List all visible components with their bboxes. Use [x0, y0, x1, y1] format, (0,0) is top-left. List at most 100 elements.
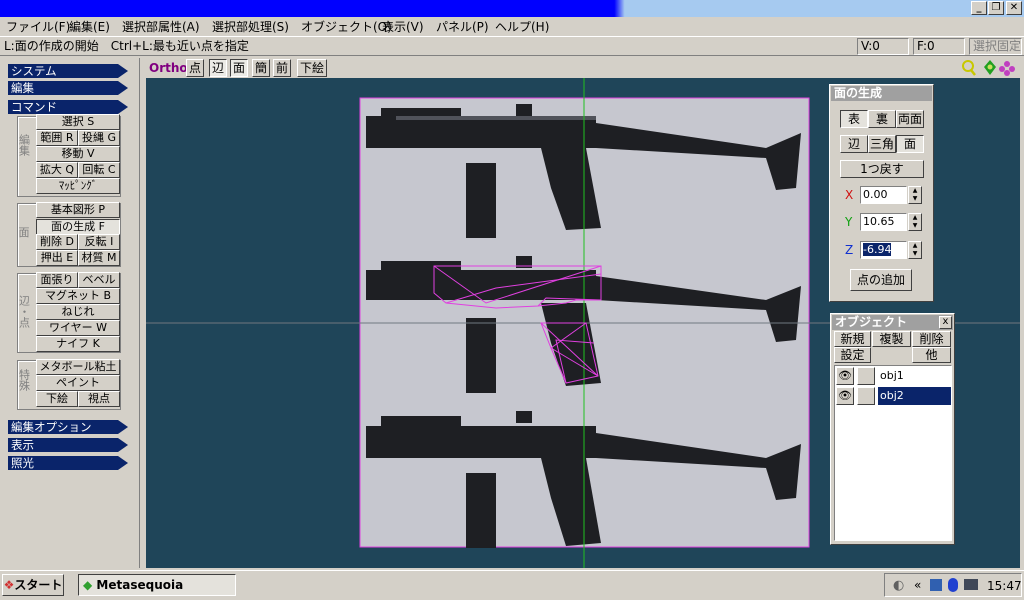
- viewpoint-button[interactable]: 視点: [78, 391, 120, 407]
- vertex-count: V:0: [857, 38, 909, 55]
- menu-view[interactable]: 表示(V): [379, 19, 427, 35]
- face-panel-title: 面の生成: [831, 86, 932, 101]
- visibility-eye-icon[interactable]: 👁: [836, 387, 854, 405]
- object-name-selected: obj2: [878, 387, 951, 405]
- tray-bluetooth-icon[interactable]: [948, 578, 958, 592]
- menu-selection-process[interactable]: 選択部処理(S): [209, 19, 292, 35]
- taskbar-app-label: Metasequoia: [96, 578, 184, 592]
- category-edit-option[interactable]: 編集オプション: [8, 420, 128, 434]
- metaball-button[interactable]: メタボール粘土: [36, 359, 120, 375]
- category-edit[interactable]: 編集: [8, 81, 128, 95]
- vertex-mode-button[interactable]: 点: [186, 59, 204, 77]
- menu-help[interactable]: ヘルプ(H): [492, 19, 552, 35]
- tray-clock: 15:47: [987, 579, 1022, 593]
- twist-button[interactable]: ねじれ: [36, 304, 120, 320]
- y-coord-input[interactable]: 10.65: [860, 213, 907, 231]
- taskbar-app-metasequoia[interactable]: ◆ Metasequoia: [78, 574, 236, 596]
- category-system[interactable]: システム: [8, 64, 128, 78]
- tray-chevron-icon[interactable]: «: [914, 578, 921, 592]
- category-display[interactable]: 表示: [8, 438, 128, 452]
- zoom-icon[interactable]: [962, 60, 976, 76]
- create-face-button[interactable]: 面の生成 F: [36, 219, 120, 235]
- category-command[interactable]: コマンド: [8, 100, 128, 114]
- tray-speaker-icon[interactable]: ◐: [893, 578, 904, 593]
- magnet-button[interactable]: マグネット B: [36, 288, 120, 304]
- start-label: スタート: [14, 578, 63, 592]
- object-panel-close-button[interactable]: x: [939, 316, 952, 329]
- copy-object-button[interactable]: 複製: [872, 331, 911, 347]
- add-point-button[interactable]: 点の追加: [850, 269, 912, 291]
- ortho-toggle[interactable]: Ortho: [149, 60, 188, 76]
- face-group-label: 面: [18, 226, 30, 239]
- special-group-label: 特殊: [17, 369, 31, 391]
- front-view-button[interactable]: 前: [273, 59, 291, 77]
- start-button[interactable]: ❖スタート: [2, 574, 64, 596]
- range-button[interactable]: 範囲 R: [36, 130, 78, 146]
- edge-type-button[interactable]: 辺: [840, 135, 868, 153]
- pan-icon[interactable]: [984, 60, 996, 75]
- stretch-button[interactable]: 面張り: [36, 272, 78, 288]
- delete-button[interactable]: 削除 D: [36, 234, 78, 250]
- menu-selection-attr[interactable]: 選択部属性(A): [119, 19, 203, 35]
- edge-mode-button[interactable]: 辺: [209, 59, 227, 77]
- z-coord-input[interactable]: -6.94: [860, 241, 907, 259]
- view-nav-icons: [962, 60, 1015, 76]
- flip-button[interactable]: 反転 I: [78, 234, 120, 250]
- object-panel-title: オブジェクト: [832, 315, 953, 330]
- y-coord-spinner[interactable]: ▲ ▼: [908, 213, 922, 231]
- x-coord-input[interactable]: 0.00: [860, 186, 907, 204]
- face-type-button[interactable]: 面: [896, 135, 924, 153]
- lock-toggle[interactable]: [857, 367, 875, 385]
- status-hint: L:面の作成の開始 Ctrl+L:最も近い点を指定: [4, 39, 249, 53]
- simple-mode-button[interactable]: 簡: [252, 59, 270, 77]
- material-button[interactable]: 材質 M: [78, 250, 120, 266]
- basic-shape-button[interactable]: 基本図形 P: [36, 202, 120, 218]
- undo-point-button[interactable]: 1つ戻す: [840, 160, 924, 178]
- select-button[interactable]: 選択 S: [36, 114, 120, 130]
- scale-button[interactable]: 拡大 Q: [36, 162, 78, 178]
- lock-toggle[interactable]: [857, 387, 875, 405]
- triangle-type-button[interactable]: 三角: [868, 135, 896, 153]
- face-mode-button[interactable]: 面: [230, 59, 248, 77]
- z-coord-label: Z: [845, 243, 854, 257]
- underlay-toggle-button[interactable]: 下絵: [297, 59, 327, 77]
- lasso-button[interactable]: 投縄 G: [78, 130, 120, 146]
- rotate-button[interactable]: 回転 C: [78, 162, 120, 178]
- menu-panel[interactable]: パネル(P): [433, 19, 492, 35]
- knife-button[interactable]: ナイフ K: [36, 336, 120, 352]
- visibility-eye-icon[interactable]: 👁: [836, 367, 854, 385]
- restore-button[interactable]: ❐: [988, 1, 1004, 15]
- z-coord-spinner[interactable]: ▲ ▼: [908, 241, 922, 259]
- tray-display-icon[interactable]: [964, 579, 978, 590]
- object-name: obj1: [880, 369, 904, 382]
- metasequoia-icon: ◆: [83, 578, 93, 592]
- move-button[interactable]: 移動 V: [36, 146, 120, 162]
- object-settings-button[interactable]: 設定: [834, 347, 871, 363]
- category-lighting[interactable]: 照光: [8, 456, 128, 470]
- close-button[interactable]: ✕: [1006, 1, 1022, 15]
- y-coord-label: Y: [845, 215, 853, 229]
- back-side-button[interactable]: 裏: [868, 110, 896, 128]
- minimize-button[interactable]: _: [971, 1, 987, 15]
- menu-file[interactable]: ファイル(F): [3, 19, 73, 35]
- new-object-button[interactable]: 新規: [834, 331, 871, 347]
- paint-button[interactable]: ペイント: [36, 375, 120, 391]
- delete-object-button[interactable]: 削除: [912, 331, 951, 347]
- object-row[interactable]: 👁 obj2: [836, 387, 951, 405]
- underlay-button[interactable]: 下絵: [36, 391, 78, 407]
- object-row[interactable]: 👁 obj1: [836, 367, 951, 385]
- mapping-button[interactable]: ﾏｯﾋﾟﾝｸﾞ: [36, 178, 120, 194]
- lock-selection[interactable]: 選択固定: [969, 38, 1022, 55]
- object-other-button[interactable]: 他: [912, 347, 951, 363]
- extrude-button[interactable]: 押出 E: [36, 250, 78, 266]
- both-sides-button[interactable]: 両面: [896, 110, 924, 128]
- face-count: F:0: [913, 38, 965, 55]
- front-side-button[interactable]: 表: [840, 110, 868, 128]
- wire-button[interactable]: ワイヤー W: [36, 320, 120, 336]
- bevel-button[interactable]: ベベル: [78, 272, 120, 288]
- tray-network-icon[interactable]: [930, 579, 942, 591]
- menu-edit[interactable]: 編集(E): [66, 19, 113, 35]
- title-bar: [0, 0, 1024, 17]
- rotate-view-icon[interactable]: [999, 61, 1015, 76]
- x-coord-spinner[interactable]: ▲ ▼: [908, 186, 922, 204]
